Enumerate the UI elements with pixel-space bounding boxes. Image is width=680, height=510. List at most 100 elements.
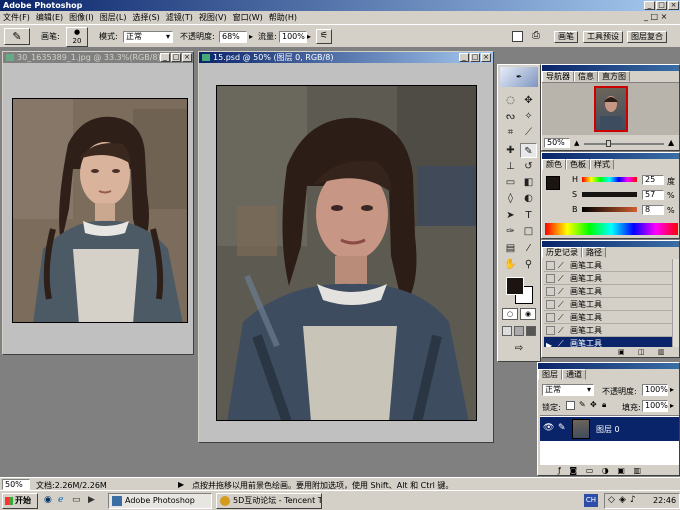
tool-preset-picker[interactable]: ✎ bbox=[4, 28, 30, 45]
zoom-in-icon[interactable]: ▲ bbox=[668, 138, 674, 147]
delete-layer-icon[interactable]: ▥ bbox=[633, 466, 641, 475]
quick-mask-mode-icon[interactable]: ◉ bbox=[520, 308, 536, 320]
menu-filter[interactable]: 滤镜(T) bbox=[163, 11, 196, 24]
navigator-zoom-field[interactable]: 50% bbox=[544, 138, 570, 148]
crop-tool-icon[interactable]: ⌗ bbox=[502, 125, 519, 140]
tab-swatches[interactable]: 色板 bbox=[566, 159, 590, 170]
shape-tool-icon[interactable]: □ bbox=[520, 224, 537, 239]
history-scrollbar[interactable] bbox=[672, 259, 679, 347]
start-button[interactable]: 开始 bbox=[2, 493, 38, 509]
document-1-maximize-button[interactable]: □ bbox=[171, 53, 181, 62]
brightness-slider[interactable] bbox=[582, 207, 637, 212]
flow-field[interactable]: 100% bbox=[279, 31, 307, 43]
layer-name[interactable]: 图层 0 bbox=[596, 424, 620, 435]
document-1-canvas[interactable] bbox=[12, 98, 188, 323]
eye-icon[interactable]: 👁︎ bbox=[543, 423, 554, 433]
language-indicator[interactable]: CH bbox=[584, 494, 598, 507]
history-item[interactable]: ⟋ 画笔工具 bbox=[544, 311, 672, 324]
opacity-field[interactable]: 68% bbox=[219, 31, 247, 43]
blend-mode-select[interactable]: 正常 ▾ bbox=[542, 384, 594, 396]
photoshop-logo-icon[interactable]: ✒ bbox=[500, 67, 538, 87]
slice-tool-icon[interactable]: ⟋ bbox=[520, 125, 537, 140]
dodge-tool-icon[interactable]: ◐ bbox=[520, 191, 537, 206]
lock-position-icon[interactable]: ✥ bbox=[590, 400, 597, 409]
tab-histogram[interactable]: 直方图 bbox=[598, 71, 630, 82]
task-photoshop[interactable]: Adobe Photoshop bbox=[108, 493, 212, 509]
tab-styles[interactable]: 样式 bbox=[590, 159, 614, 170]
opacity-arrow-icon[interactable]: ▸ bbox=[249, 32, 253, 42]
brush-size-picker[interactable]: ● 20 bbox=[66, 27, 88, 47]
airbrush-button[interactable]: ⚟ bbox=[316, 29, 332, 44]
new-document-from-state-icon[interactable]: ▣ bbox=[618, 348, 625, 356]
jump-to-imageready-icon[interactable]: ⇨ bbox=[506, 343, 532, 357]
layers-footer-buttons[interactable]: ƒ ◙ ▭ ◑ ▣ ▥ bbox=[558, 466, 641, 475]
quicklaunch-browser-icon[interactable]: ◉ bbox=[44, 495, 52, 505]
history-item[interactable]: ⟋ 画笔工具 bbox=[544, 272, 672, 285]
history-item[interactable]: ⟋ 画笔工具 bbox=[544, 324, 672, 337]
volume-icon[interactable]: ♪ bbox=[630, 495, 636, 505]
lock-transparent-icon[interactable] bbox=[566, 401, 575, 410]
lock-all-icon[interactable]: 🔒︎ bbox=[602, 400, 606, 410]
tab-layers[interactable]: 图层 bbox=[538, 369, 562, 380]
lasso-tool-icon[interactable]: ᔓ bbox=[502, 109, 519, 124]
fill-arrow-icon[interactable]: ▸ bbox=[670, 401, 674, 410]
navigator-zoom-thumb[interactable] bbox=[606, 140, 611, 147]
marquee-tool-icon[interactable]: ◌ bbox=[502, 93, 519, 108]
eraser-tool-icon[interactable]: ▭ bbox=[502, 175, 519, 190]
brush-tool-icon[interactable]: ✎ bbox=[520, 143, 537, 158]
type-tool-icon[interactable]: T bbox=[520, 208, 537, 223]
eyedropper-tool-icon[interactable]: ⁄ bbox=[520, 241, 537, 256]
lock-image-icon[interactable]: ✎ bbox=[579, 400, 586, 409]
hue-slider[interactable] bbox=[582, 177, 637, 182]
layer-mask-icon[interactable]: ◙ bbox=[569, 466, 577, 475]
history-item-selected[interactable]: ▶ ⟋ 画笔工具 bbox=[544, 337, 672, 347]
navigator-zoom-slider[interactable] bbox=[584, 143, 664, 145]
tab-info[interactable]: 信息 bbox=[574, 71, 598, 82]
path-selection-tool-icon[interactable]: ➤ bbox=[502, 208, 519, 223]
document-2-maximize-button[interactable]: □ bbox=[470, 53, 480, 62]
clone-stamp-tool-icon[interactable]: ⊥ bbox=[502, 159, 519, 174]
document-2-canvas[interactable] bbox=[216, 85, 477, 421]
document-window-1[interactable]: 30_1635389_1.jpg @ 33.3%(RGB/8) _ □ × bbox=[2, 51, 194, 355]
status-menu-arrow-icon[interactable]: ▶ bbox=[178, 480, 184, 489]
tray-icon-1[interactable]: ◇ bbox=[608, 495, 615, 505]
history-item[interactable]: ⟋ 画笔工具 bbox=[544, 298, 672, 311]
document-2-close-button[interactable]: × bbox=[481, 53, 491, 62]
layer-style-icon[interactable]: ƒ bbox=[558, 466, 561, 475]
menu-image[interactable]: 图像(I) bbox=[66, 11, 97, 24]
menu-select[interactable]: 选择(S) bbox=[129, 11, 162, 24]
foreground-color-swatch-front[interactable] bbox=[506, 277, 524, 295]
standard-mode-icon[interactable]: ○ bbox=[502, 308, 518, 320]
trash-icon[interactable]: ▥ bbox=[658, 348, 665, 356]
menu-view[interactable]: 视图(V) bbox=[196, 11, 230, 24]
document-2-title-bar[interactable]: 15.psd @ 50% (图层 0, RGB/8) bbox=[199, 52, 493, 63]
new-snapshot-icon[interactable]: ◫ bbox=[638, 348, 645, 356]
new-layer-icon[interactable]: ▣ bbox=[617, 466, 625, 475]
blur-tool-icon[interactable]: ◊ bbox=[502, 191, 519, 206]
navigator-thumbnail[interactable] bbox=[594, 86, 628, 132]
task-browser[interactable]: 5D互动论坛 - Tencent T... bbox=[216, 493, 322, 509]
layer-opacity-field[interactable]: 100% bbox=[642, 384, 668, 396]
zoom-out-icon[interactable]: ▲ bbox=[574, 139, 579, 147]
tab-tool-presets[interactable]: 工具预设 bbox=[583, 31, 623, 43]
gradient-tool-icon[interactable]: ◧ bbox=[520, 175, 537, 190]
minimize-button[interactable]: _ bbox=[644, 1, 655, 10]
saturation-slider[interactable] bbox=[582, 192, 637, 197]
printer-icon[interactable]: ⎙ bbox=[532, 30, 540, 41]
notes-tool-icon[interactable]: ▤ bbox=[502, 241, 519, 256]
document-2-minimize-button[interactable]: _ bbox=[459, 53, 469, 62]
b-field[interactable]: 8 bbox=[642, 205, 664, 215]
layer-opacity-arrow-icon[interactable]: ▸ bbox=[670, 385, 674, 394]
mode-select[interactable]: 正常 ▾ bbox=[123, 31, 173, 43]
s-field[interactable]: 57 bbox=[642, 190, 664, 200]
menu-layer[interactable]: 图层(L) bbox=[97, 11, 130, 24]
screen-mode-standard-icon[interactable] bbox=[502, 326, 512, 336]
tab-brushes[interactable]: 画笔 bbox=[554, 31, 578, 43]
maximize-button[interactable]: □ bbox=[656, 1, 667, 10]
tab-paths[interactable]: 路径 bbox=[582, 247, 606, 258]
file-browser-icon[interactable] bbox=[512, 31, 523, 42]
menu-file[interactable]: 文件(F) bbox=[0, 11, 33, 24]
doc-window-controls[interactable]: _ □ × bbox=[644, 12, 667, 22]
hand-tool-icon[interactable]: ✋ bbox=[502, 257, 519, 272]
document-1-minimize-button[interactable]: _ bbox=[160, 53, 170, 62]
